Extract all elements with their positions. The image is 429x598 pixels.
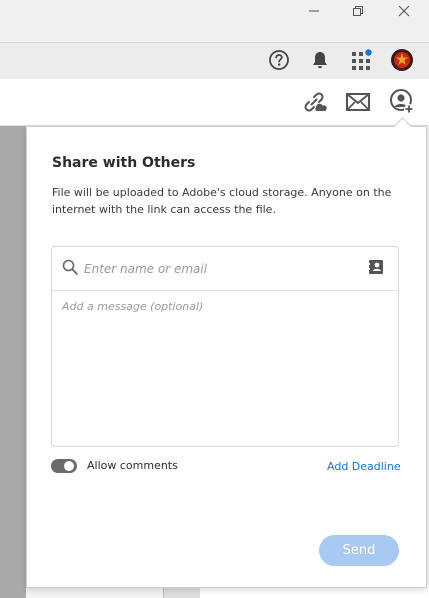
document-background [0,126,26,598]
panel-title: Share with Others [52,155,196,171]
apps-button[interactable] [348,47,374,73]
email-button[interactable] [344,88,372,116]
close-icon [398,5,410,17]
address-book-icon [368,260,383,274]
search-icon [61,258,79,276]
avatar [391,49,413,71]
share-link-icon [304,92,327,112]
panel-description: File will be uploaded to Adobe's cloud s… [52,186,392,216]
help-icon [269,50,289,70]
share-people-button[interactable] [388,88,416,116]
recipient-input[interactable] [82,256,366,282]
add-deadline-link[interactable]: Add Deadline [327,460,401,473]
close-window-button[interactable] [381,0,427,22]
bell-icon [313,52,327,69]
allow-comments-label: Allow comments [87,459,178,472]
toggle-knob [64,461,74,471]
email-icon [346,93,370,111]
apps-grid-icon [352,49,372,70]
notifications-button[interactable] [307,47,333,73]
user-avatar-button[interactable] [389,47,415,73]
message-input[interactable] [62,300,388,436]
restore-button[interactable] [335,0,381,22]
help-button[interactable] [266,47,292,73]
minimize-icon [309,10,319,12]
address-book-button[interactable] [367,258,385,276]
restore-icon [353,6,363,16]
minimize-button[interactable] [291,0,337,22]
send-button[interactable]: Send [319,535,399,566]
input-divider [52,290,398,291]
share-people-icon [390,89,414,114]
share-link-button[interactable] [300,88,328,116]
